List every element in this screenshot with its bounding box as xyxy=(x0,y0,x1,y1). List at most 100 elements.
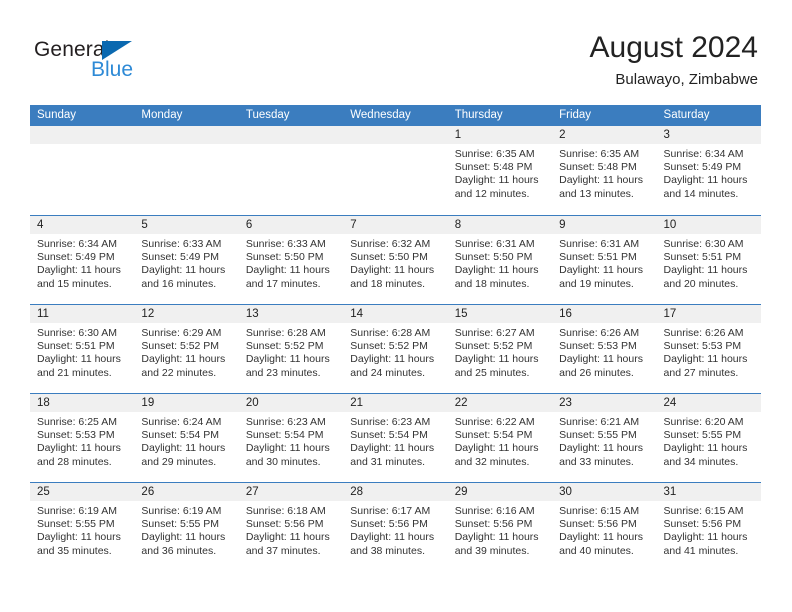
daylight-text-line1: Daylight: 11 hours xyxy=(559,531,643,544)
day-sun-info: Sunrise: 6:19 AM Sunset: 5:55 PM Daylight:… xyxy=(30,501,134,558)
calendar-day-cell[interactable]: 1 Sunrise: 6:35 AM Sunset: 5:48 PM Daylight… xyxy=(447,126,553,215)
day-number-band xyxy=(134,126,239,144)
weekday-header-friday: Friday xyxy=(559,109,592,121)
day-sun-info: Sunrise: 6:34 AM Sunset: 5:49 PM Daylight:… xyxy=(657,144,761,201)
calendar-day-cell[interactable]: 12 Sunrise: 6:29 AM Sunset: 5:52 PM Dayligh… xyxy=(134,305,239,393)
daylight-text-line2: and 18 minutes. xyxy=(350,277,425,290)
day-number: 15 xyxy=(454,308,468,320)
calendar-day-cell[interactable]: 20 Sunrise: 6:23 AM Sunset: 5:54 PM Dayligh… xyxy=(238,394,344,482)
day-number: 10 xyxy=(663,219,677,231)
day-sun-info: Sunrise: 6:32 AM Sunset: 5:50 PM Daylight:… xyxy=(343,234,447,291)
calendar-day-cell[interactable]: 3 Sunrise: 6:34 AM Sunset: 5:49 PM Daylight… xyxy=(656,126,761,215)
calendar-day-cell[interactable]: 27 Sunrise: 6:18 AM Sunset: 5:56 PM Dayligh… xyxy=(238,483,344,571)
daylight-text-line1: Daylight: 11 hours xyxy=(663,442,748,455)
day-number: 19 xyxy=(141,397,155,409)
day-sun-info: Sunrise: 6:26 AM Sunset: 5:53 PM Daylight:… xyxy=(552,323,656,380)
day-number: 3 xyxy=(663,129,670,141)
calendar-day-cell[interactable]: 19 Sunrise: 6:24 AM Sunset: 5:54 PM Dayligh… xyxy=(134,394,239,482)
daylight-text-line1: Daylight: 11 hours xyxy=(559,442,643,455)
calendar-day-cell[interactable]: 8 Sunrise: 6:31 AM Sunset: 5:50 PM Daylight… xyxy=(447,216,553,304)
calendar-grid: Sunday Monday Tuesday Wednesday Thursday Frid… xyxy=(30,105,761,571)
daylight-text-line2: and 32 minutes. xyxy=(454,455,530,468)
calendar-day-cell[interactable]: 22 Sunrise: 6:22 AM Sunset: 5:54 PM Dayligh… xyxy=(447,394,553,482)
calendar-day-cell[interactable]: 16 Sunrise: 6:26 AM Sunset: 5:53 PM Dayligh… xyxy=(552,305,657,393)
sunrise-text: Sunrise: 6:30 AM xyxy=(37,327,117,339)
weekday-header-tuesday: Tuesday xyxy=(245,109,290,121)
daylight-text-line1: Daylight: 11 hours xyxy=(245,264,330,277)
day-sun-info: Sunrise: 6:29 AM Sunset: 5:52 PM Daylight:… xyxy=(134,323,238,380)
weekday-header-saturday: Saturday xyxy=(663,109,710,121)
day-number-band: 19 xyxy=(134,394,239,412)
daylight-text-line1: Daylight: 11 hours xyxy=(37,353,121,366)
daylight-text-line1: Daylight: 11 hours xyxy=(141,264,226,277)
calendar-day-cell[interactable]: 29 Sunrise: 6:16 AM Sunset: 5:56 PM Dayligh… xyxy=(447,483,553,571)
sunrise-text: Sunrise: 6:28 AM xyxy=(245,327,326,339)
calendar-day-cell[interactable]: 13 Sunrise: 6:28 AM Sunset: 5:52 PM Dayligh… xyxy=(238,305,344,393)
daylight-text-line2: and 35 minutes. xyxy=(37,544,112,557)
daylight-text-line2: and 33 minutes. xyxy=(559,455,634,468)
daylight-text-line2: and 23 minutes. xyxy=(245,366,321,379)
calendar-day-cell[interactable]: 26 Sunrise: 6:19 AM Sunset: 5:55 PM Dayligh… xyxy=(134,483,239,571)
calendar-day-cell[interactable]: 28 Sunrise: 6:17 AM Sunset: 5:56 PM Dayligh… xyxy=(343,483,448,571)
sunset-text: Sunset: 5:49 PM xyxy=(663,161,742,174)
general-blue-logo[interactable]: General Blue xyxy=(34,38,234,88)
calendar-week-row: 11 Sunrise: 6:30 AM Sunset: 5:51 PM Dayligh… xyxy=(30,304,761,393)
weekday-header-monday: Monday xyxy=(141,109,183,121)
day-number-band: 10 xyxy=(656,216,761,234)
day-sun-info: Sunrise: 6:33 AM Sunset: 5:50 PM Daylight:… xyxy=(239,234,343,291)
calendar-day-cell[interactable]: 30 Sunrise: 6:15 AM Sunset: 5:56 PM Dayligh… xyxy=(552,483,657,571)
day-sun-info: Sunrise: 6:25 AM Sunset: 5:53 PM Daylight:… xyxy=(30,412,134,469)
weekday-header-thursday: Thursday xyxy=(454,109,503,121)
calendar-day-cell[interactable]: 5 Sunrise: 6:33 AM Sunset: 5:49 PM Daylight… xyxy=(134,216,239,304)
daylight-text-line2: and 22 minutes. xyxy=(141,366,217,379)
daylight-text-line2: and 20 minutes. xyxy=(663,277,739,290)
calendar-day-cell[interactable]: 23 Sunrise: 6:21 AM Sunset: 5:55 PM Dayligh… xyxy=(552,394,657,482)
sunset-text: Sunset: 5:50 PM xyxy=(350,251,428,264)
calendar-day-cell[interactable]: 31 Sunrise: 6:15 AM Sunset: 5:56 PM Dayligh… xyxy=(656,483,761,571)
sunrise-text: Sunrise: 6:29 AM xyxy=(141,327,222,339)
calendar-day-cell[interactable]: 4 Sunrise: 6:34 AM Sunset: 5:49 PM Daylight… xyxy=(30,216,135,304)
day-number-band: 24 xyxy=(656,394,761,412)
page-title: August 2024 xyxy=(589,31,758,64)
day-number: 23 xyxy=(559,397,572,409)
calendar-day-cell[interactable]: 9 Sunrise: 6:31 AM Sunset: 5:51 PM Daylight… xyxy=(552,216,657,304)
calendar-day-cell[interactable]: 7 Sunrise: 6:32 AM Sunset: 5:50 PM Daylight… xyxy=(343,216,448,304)
sunrise-text: Sunrise: 6:21 AM xyxy=(559,416,640,428)
calendar-day-cell[interactable]: 11 Sunrise: 6:30 AM Sunset: 5:51 PM Dayligh… xyxy=(30,305,135,393)
page-header: General Blue August 2024 Bulawayo, Zimba… xyxy=(0,0,792,100)
calendar-day-cell[interactable]: 25 Sunrise: 6:19 AM Sunset: 5:55 PM Dayligh… xyxy=(30,483,135,571)
calendar-day-cell[interactable]: 6 Sunrise: 6:33 AM Sunset: 5:50 PM Daylight… xyxy=(238,216,344,304)
calendar-day-cell[interactable]: 17 Sunrise: 6:26 AM Sunset: 5:53 PM Dayligh… xyxy=(656,305,761,393)
day-sun-info: Sunrise: 6:35 AM Sunset: 5:48 PM Daylight:… xyxy=(552,144,656,201)
day-sun-info: Sunrise: 6:19 AM Sunset: 5:55 PM Daylight:… xyxy=(134,501,238,558)
day-number-band: 21 xyxy=(343,394,448,412)
daylight-text-line1: Daylight: 11 hours xyxy=(141,531,226,544)
calendar-day-cell[interactable]: 24 Sunrise: 6:20 AM Sunset: 5:55 PM Dayligh… xyxy=(656,394,761,482)
day-number: 25 xyxy=(37,486,50,498)
day-sun-info: Sunrise: 6:20 AM Sunset: 5:55 PM Daylight:… xyxy=(657,412,761,469)
calendar-day-cell[interactable]: 14 Sunrise: 6:28 AM Sunset: 5:52 PM Dayligh… xyxy=(343,305,448,393)
calendar-day-cell[interactable]: 21 Sunrise: 6:23 AM Sunset: 5:54 PM Dayligh… xyxy=(343,394,448,482)
sunrise-text: Sunrise: 6:15 AM xyxy=(663,505,744,517)
calendar-day-cell[interactable]: 18 Sunrise: 6:25 AM Sunset: 5:53 PM Dayligh… xyxy=(30,394,135,482)
day-number: 14 xyxy=(350,308,364,320)
day-sun-info: Sunrise: 6:33 AM Sunset: 5:49 PM Daylight:… xyxy=(134,234,238,291)
calendar-day-cell[interactable]: 10 Sunrise: 6:30 AM Sunset: 5:51 PM Dayligh… xyxy=(656,216,761,304)
daylight-text-line1: Daylight: 11 hours xyxy=(663,174,748,187)
daylight-text-line2: and 12 minutes. xyxy=(454,187,530,200)
day-number: 1 xyxy=(454,129,462,141)
sunrise-text: Sunrise: 6:32 AM xyxy=(350,238,431,250)
sunrise-text: Sunrise: 6:28 AM xyxy=(350,327,431,339)
calendar-day-cell[interactable]: 2 Sunrise: 6:35 AM Sunset: 5:48 PM Daylight… xyxy=(552,126,657,215)
daylight-text-line1: Daylight: 11 hours xyxy=(454,264,539,277)
day-number-band: 22 xyxy=(447,394,553,412)
sunset-text: Sunset: 5:56 PM xyxy=(663,518,742,531)
sunrise-text: Sunrise: 6:26 AM xyxy=(559,327,640,339)
sunset-text: Sunset: 5:55 PM xyxy=(37,518,115,531)
sunset-text: Sunset: 5:51 PM xyxy=(37,340,115,353)
calendar-page: General Blue August 2024 Bulawayo, Zimba… xyxy=(0,0,792,612)
daylight-text-line2: and 18 minutes. xyxy=(454,277,530,290)
calendar-day-cell[interactable]: 15 Sunrise: 6:27 AM Sunset: 5:52 PM Dayligh… xyxy=(447,305,553,393)
day-number-band xyxy=(30,126,135,144)
day-number: 20 xyxy=(245,397,259,409)
